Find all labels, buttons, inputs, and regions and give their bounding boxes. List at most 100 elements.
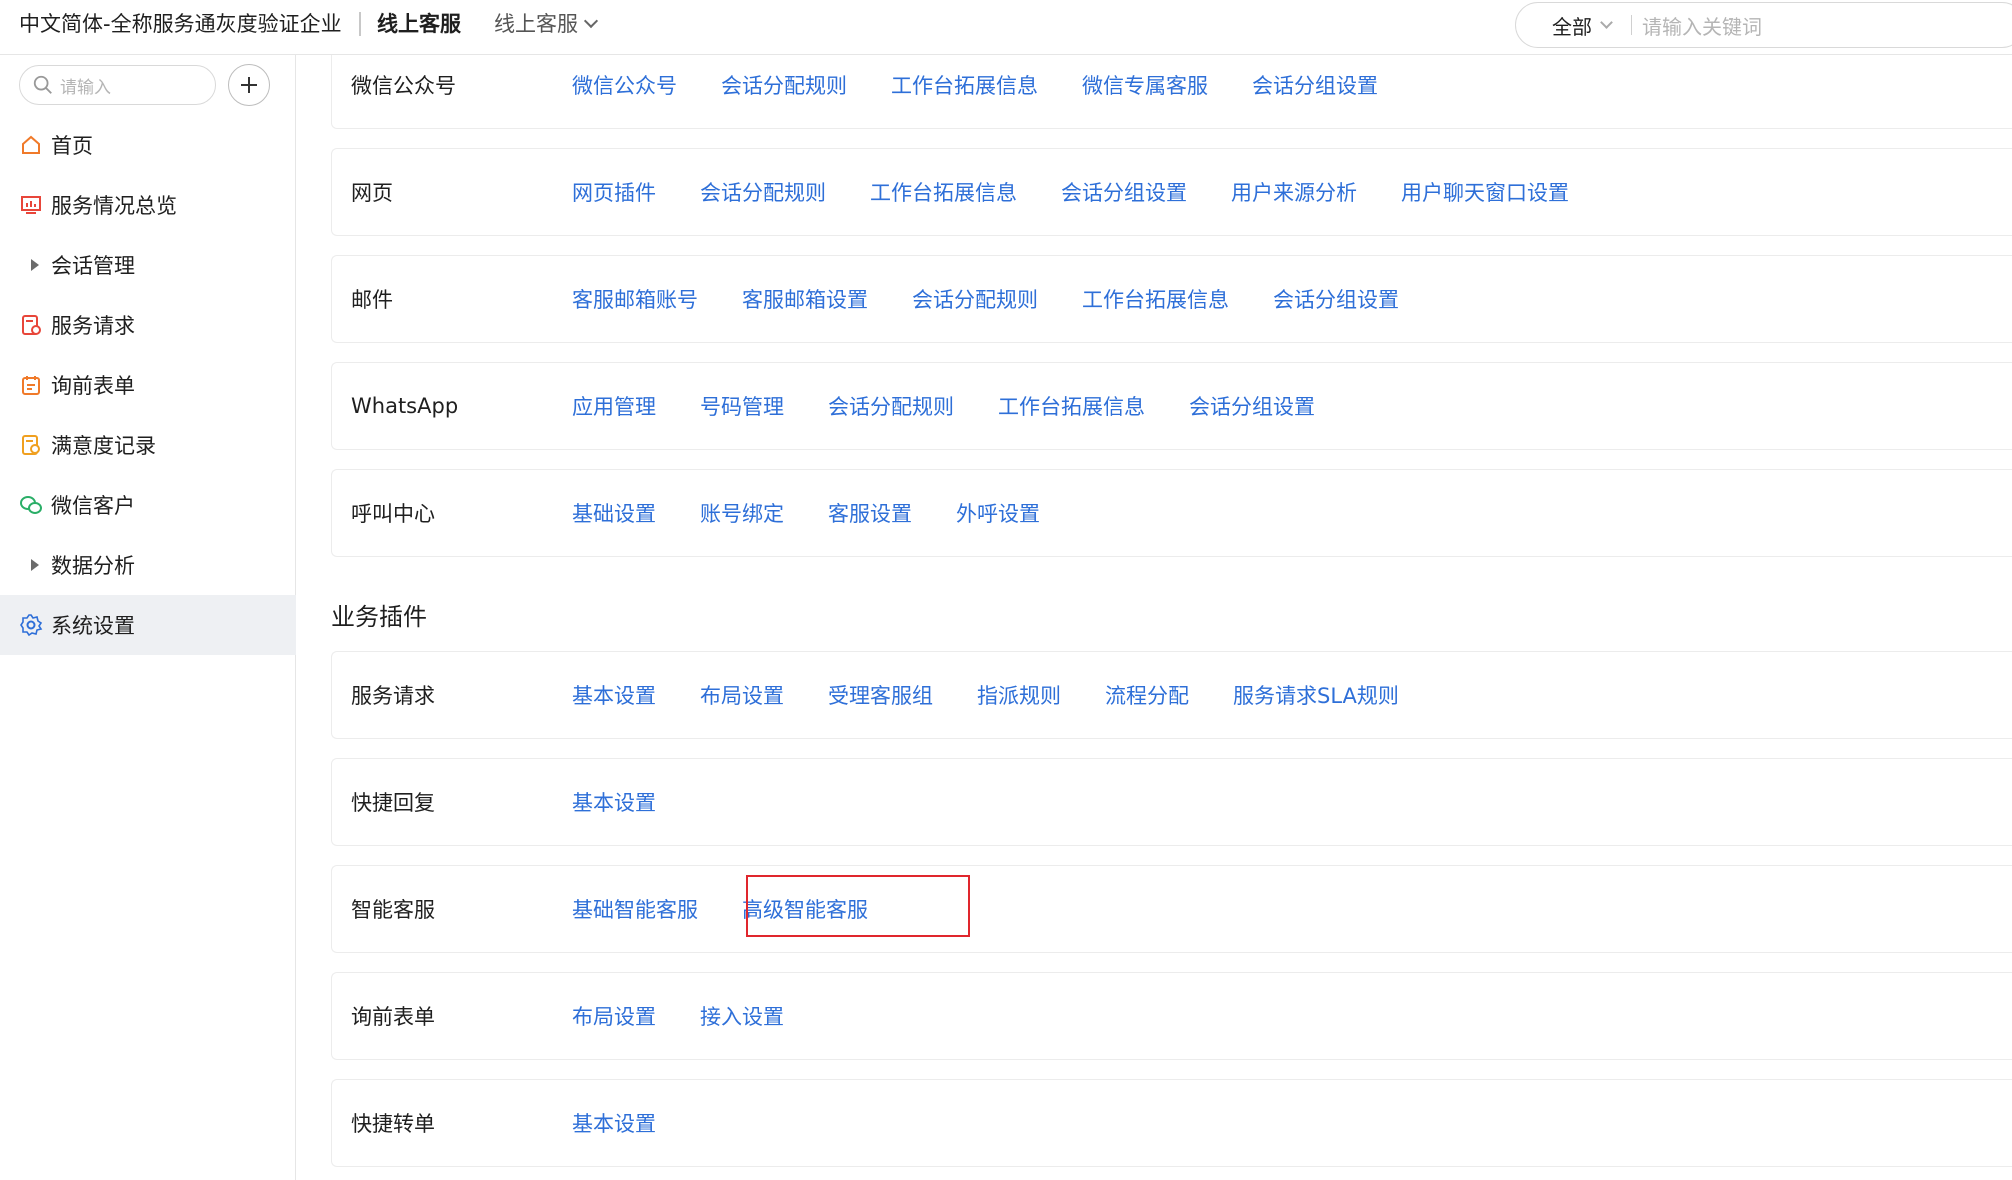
settings-link[interactable]: 受理客服组	[828, 680, 933, 710]
sidebar-item-label: 会话管理	[51, 254, 135, 278]
sidebar-item-data-analysis[interactable]: 数据分析	[0, 535, 296, 595]
gear-icon	[19, 613, 43, 637]
sidebar-item-system-settings[interactable]: 系统设置	[0, 595, 296, 655]
search-scope-select[interactable]: 全部	[1552, 11, 1617, 40]
sidebar-item-service-request[interactable]: 服务请求	[0, 295, 296, 355]
settings-link[interactable]: 微信专属客服	[1082, 70, 1208, 100]
channel-links: 客服邮箱账号 客服邮箱设置 会话分配规则 工作台拓展信息 会话分组设置	[572, 256, 1443, 342]
sidebar: 请输入 首页 服务情况总览 会话管理 服务请求 询前表单 满意度记录 微信客户 …	[0, 55, 296, 1180]
product-switcher-label: 线上客服	[494, 12, 578, 36]
settings-link[interactable]: 基本设置	[572, 1108, 656, 1138]
channel-card-whatsapp: WhatsApp 应用管理 号码管理 会话分配规则 工作台拓展信息 会话分组设置	[331, 362, 2012, 450]
channel-card-web: 网页 网页插件 会话分配规则 工作台拓展信息 会话分组设置 用户来源分析 用户聊…	[331, 148, 2012, 236]
settings-link[interactable]: 应用管理	[572, 391, 656, 421]
settings-link[interactable]: 会话分组设置	[1252, 70, 1378, 100]
settings-link[interactable]: 流程分配	[1105, 680, 1189, 710]
channel-links: 微信公众号 会话分配规则 工作台拓展信息 微信专属客服 会话分组设置	[572, 55, 1422, 128]
form-icon	[19, 373, 43, 397]
settings-link[interactable]: 客服邮箱账号	[572, 284, 698, 314]
channel-links: 基础设置 账号绑定 客服设置 外呼设置	[572, 470, 1084, 556]
settings-link[interactable]: 工作台拓展信息	[1082, 284, 1229, 314]
dashboard-icon	[19, 193, 43, 217]
plugin-label: 快捷转单	[351, 1112, 435, 1136]
plugin-card-service-request: 服务请求 基本设置 布局设置 受理客服组 指派规则 流程分配 服务请求SLA规则	[331, 651, 2012, 739]
settings-link[interactable]: 基础智能客服	[572, 894, 698, 924]
global-search-input[interactable]: 请输入关键词	[1642, 11, 1762, 40]
sidebar-item-label: 数据分析	[51, 554, 135, 578]
settings-link[interactable]: 指派规则	[977, 680, 1061, 710]
channel-label: WhatsApp	[351, 394, 459, 418]
settings-link[interactable]: 客服设置	[828, 498, 912, 528]
settings-link[interactable]: 布局设置	[700, 680, 784, 710]
header-divider	[359, 12, 361, 36]
settings-link[interactable]: 基本设置	[572, 787, 656, 817]
plugin-label: 询前表单	[351, 1005, 435, 1029]
channel-label: 网页	[351, 181, 393, 205]
chevron-down-icon	[1600, 15, 1613, 29]
sidebar-item-label: 满意度记录	[51, 434, 156, 458]
plugin-label: 智能客服	[351, 898, 435, 922]
sidebar-item-session-management[interactable]: 会话管理	[0, 235, 296, 295]
plugin-card-smart-service: 智能客服 基础智能客服 高级智能客服	[331, 865, 2012, 953]
sidebar-item-label: 首页	[51, 134, 93, 158]
org-name: 中文简体-全称服务通灰度验证企业	[19, 12, 342, 36]
settings-link[interactable]: 用户来源分析	[1231, 177, 1357, 207]
expand-arrow-icon	[19, 253, 43, 277]
settings-content: 微信公众号 微信公众号 会话分配规则 工作台拓展信息 微信专属客服 会话分组设置…	[296, 55, 2012, 1180]
sidebar-search-input[interactable]: 请输入	[19, 65, 216, 105]
product-switcher[interactable]: 线上客服	[494, 10, 602, 38]
plugin-links: 基本设置	[572, 1080, 700, 1166]
plugin-label: 快捷回复	[351, 791, 435, 815]
global-search: 全部 请输入关键词	[1515, 2, 2012, 48]
settings-link[interactable]: 服务请求SLA规则	[1233, 680, 1399, 710]
settings-link[interactable]: 布局设置	[572, 1001, 656, 1031]
product-title: 线上客服	[377, 12, 461, 36]
settings-link[interactable]: 客服邮箱设置	[742, 284, 868, 314]
settings-link[interactable]: 会话分配规则	[721, 70, 847, 100]
plus-icon	[241, 77, 257, 93]
settings-link[interactable]: 基础设置	[572, 498, 656, 528]
channel-card-wechat-official: 微信公众号 微信公众号 会话分配规则 工作台拓展信息 微信专属客服 会话分组设置	[331, 55, 2012, 129]
section-title-business-plugins: 业务插件	[331, 603, 427, 631]
settings-link[interactable]: 会话分组设置	[1189, 391, 1315, 421]
plugin-card-quick-transfer: 快捷转单 基本设置	[331, 1079, 2012, 1167]
search-divider	[1631, 15, 1632, 35]
settings-link[interactable]: 会话分组设置	[1061, 177, 1187, 207]
chevron-down-icon	[583, 13, 599, 29]
settings-link[interactable]: 工作台拓展信息	[998, 391, 1145, 421]
plugin-links: 布局设置 接入设置	[572, 973, 828, 1059]
sidebar-item-pre-chat-form[interactable]: 询前表单	[0, 355, 296, 415]
settings-link[interactable]: 外呼设置	[956, 498, 1040, 528]
plugin-card-pre-chat-form: 询前表单 布局设置 接入设置	[331, 972, 2012, 1060]
top-header: 中文简体-全称服务通灰度验证企业 线上客服 线上客服 全部 请输入关键词	[0, 0, 2012, 55]
sidebar-item-label: 服务情况总览	[51, 194, 177, 218]
sidebar-menu: 首页 服务情况总览 会话管理 服务请求 询前表单 满意度记录 微信客户 数据分析…	[0, 115, 296, 655]
channel-label: 微信公众号	[351, 74, 456, 98]
settings-link[interactable]: 号码管理	[700, 391, 784, 421]
channel-links: 网页插件 会话分配规则 工作台拓展信息 会话分组设置 用户来源分析 用户聊天窗口…	[572, 149, 1613, 235]
settings-link[interactable]: 微信公众号	[572, 70, 677, 100]
settings-link[interactable]: 用户聊天窗口设置	[1401, 177, 1569, 207]
settings-link[interactable]: 网页插件	[572, 177, 656, 207]
settings-link[interactable]: 工作台拓展信息	[891, 70, 1038, 100]
sidebar-item-satisfaction[interactable]: 满意度记录	[0, 415, 296, 475]
settings-link[interactable]: 账号绑定	[700, 498, 784, 528]
search-scope-label: 全部	[1552, 14, 1592, 39]
settings-link[interactable]: 会话分组设置	[1273, 284, 1399, 314]
sidebar-item-wechat-customers[interactable]: 微信客户	[0, 475, 296, 535]
settings-link[interactable]: 工作台拓展信息	[870, 177, 1017, 207]
settings-link[interactable]: 接入设置	[700, 1001, 784, 1031]
plugin-links: 基本设置	[572, 759, 700, 845]
sidebar-item-home[interactable]: 首页	[0, 115, 296, 175]
add-button[interactable]	[228, 64, 270, 106]
service-request-icon	[19, 313, 43, 337]
settings-link[interactable]: 会话分配规则	[912, 284, 1038, 314]
settings-link[interactable]: 基本设置	[572, 680, 656, 710]
sidebar-item-service-overview[interactable]: 服务情况总览	[0, 175, 296, 235]
settings-link[interactable]: 会话分配规则	[700, 177, 826, 207]
plugin-label: 服务请求	[351, 684, 435, 708]
wechat-icon	[19, 493, 43, 517]
sidebar-item-label: 询前表单	[51, 374, 135, 398]
plugin-card-quick-reply: 快捷回复 基本设置	[331, 758, 2012, 846]
settings-link[interactable]: 会话分配规则	[828, 391, 954, 421]
